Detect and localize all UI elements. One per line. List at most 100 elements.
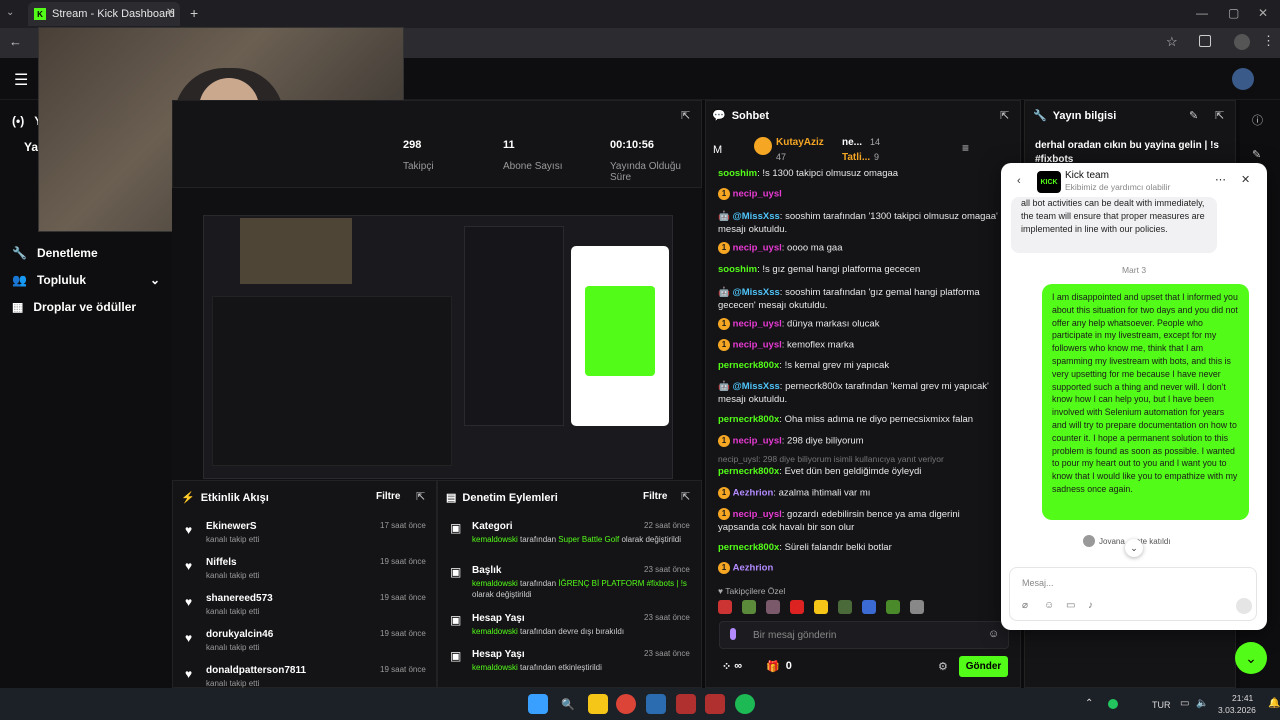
info-icon[interactable]: ⓘ [1252,112,1263,128]
sidebar-item-moderation[interactable]: 🔧 Denetleme [12,246,98,260]
pencil-icon[interactable]: ✎ [1252,148,1261,161]
points-display[interactable]: ⁘ ∞ [722,660,742,673]
chat-message[interactable]: 1 necip_uysl [718,188,1000,200]
chat-username[interactable]: sooshim [718,264,757,275]
chat-username[interactable]: sooshim [718,168,757,179]
support-launcher-button[interactable]: ⌄ [1235,642,1267,674]
chat-message[interactable]: pernecrk800x: !s kemal grev mi yapıcak [718,360,1000,371]
moderation-popout-icon[interactable]: ⇱ [681,490,690,503]
chat-message[interactable]: 1 necip_uysl: oooo ma gaa [718,242,1000,254]
network-icon[interactable]: ▭ [1180,698,1189,709]
hamburger-menu-icon[interactable]: ☰ [14,70,28,90]
activity-popout-icon[interactable]: ⇱ [416,490,425,503]
chat-message[interactable]: 1 necip_uysl: dünya markası olucak [718,318,1000,330]
close-tab-icon[interactable]: ✕ [166,7,174,18]
chat-username[interactable]: Aezhrion [733,488,774,499]
volume-icon[interactable]: 🔈 [1196,698,1208,709]
chat-username[interactable]: necip_uysl [733,340,782,351]
emote-icon[interactable] [766,600,780,614]
language-indicator[interactable]: TUR [1152,700,1171,710]
back-chevron-icon[interactable]: ‹ [1017,175,1021,187]
activity-filter-button[interactable]: Filtre [376,491,400,502]
app-icon[interactable] [676,694,696,714]
windows-start-icon[interactable] [528,694,548,714]
chat-username[interactable]: necip_uysl [733,436,782,447]
tray-chevron-icon[interactable]: ⌃ [1085,698,1093,709]
search-icon[interactable]: 🔍 [558,694,578,714]
chat-message[interactable]: sooshim: !s 1300 takipci olmusuz omagaa [718,168,1000,179]
gif-icon[interactable]: ▭ [1066,600,1075,611]
chat-username[interactable]: Aezhrion [733,563,774,574]
chat-message[interactable]: 1 Aezhrion: azalma ihtimali var mı [718,487,1000,499]
chat-popout-icon[interactable]: ⇱ [1000,109,1009,122]
notification-icon[interactable]: 🔔 [1268,698,1280,709]
maximize-icon[interactable]: ▢ [1228,6,1239,20]
chat-input-box[interactable]: Bir mesaj gönderin ☺ [719,621,1009,649]
tab-list-icon[interactable]: ⌄ [6,7,14,18]
chat-message[interactable]: pernecrk800x: Oha miss adıma ne diyo per… [718,414,1000,425]
chat-username[interactable]: @MissXss [732,287,779,298]
bookmark-star-icon[interactable]: ☆ [1166,34,1178,50]
emote-icon[interactable] [838,600,852,614]
chat-username[interactable]: necip_uysl [733,243,782,254]
emote-icon[interactable] [814,600,828,614]
chat-message[interactable]: 1 necip_uysl: kemoflex marka [718,339,1000,351]
chat-settings-icon[interactable]: ⚙ [938,660,948,673]
edit-pencil-icon[interactable]: ✎ [1189,109,1198,122]
chat-username[interactable]: pernecrk800x [718,360,779,371]
profile-avatar[interactable] [1234,34,1250,50]
moderation-filter-button[interactable]: Filtre [643,491,667,502]
chat-message[interactable]: pernecrk800x: Süreli falandır belki botl… [718,542,1000,553]
minimize-icon[interactable]: — [1196,6,1208,20]
user-avatar[interactable] [1232,68,1254,90]
spotify-icon[interactable] [735,694,755,714]
chat-username[interactable]: @MissXss [732,211,779,222]
attach-icon[interactable]: ⌀ [1022,600,1028,611]
emoji-icon[interactable]: ☺ [988,628,999,640]
filter-lines-icon[interactable]: ≡ [962,141,969,155]
chat-username[interactable]: pernecrk800x [718,466,779,477]
extensions-icon[interactable] [1199,35,1211,47]
close-chat-icon[interactable]: ✕ [1241,173,1250,186]
sidebar-item-community[interactable]: 👥 Topluluk ⌄ [12,273,160,287]
file-explorer-icon[interactable] [588,694,608,714]
scroll-down-icon[interactable]: ⌄ [1125,539,1143,557]
gift-display[interactable]: 🎁 0 [766,660,792,673]
chat-username[interactable]: @MissXss [732,381,779,392]
chat-username[interactable]: pernecrk800x [718,542,779,553]
chat-message[interactable]: 1 Aezhrion [718,562,1000,574]
browser-menu-icon[interactable]: ⋮ [1262,33,1275,49]
chat-username[interactable]: pernecrk800x [718,414,779,425]
sidebar-item-drops[interactable]: ▦ Droplar ve ödüller [12,300,136,314]
chat-message[interactable]: 🤖 @MissXss: pernecrk800x tarafından 'kem… [718,380,1000,406]
chat-message[interactable]: 🤖 @MissXss: sooshim tarafından 'gız gema… [718,286,1000,312]
chat-message[interactable]: sooshim: !s gız gemal hangi platforma ge… [718,264,1000,275]
sidebar-item-partial[interactable]: Ya [24,140,38,154]
stream-info-popout-icon[interactable]: ⇱ [1215,109,1224,122]
back-icon[interactable]: ← [9,34,22,49]
emote-icon[interactable] [862,600,876,614]
chat-message[interactable]: 1 necip_uysl: gozardı edebilirsin bence … [718,508,1000,534]
microphone-icon[interactable]: ♪ [1088,600,1093,611]
tray-status-icon[interactable] [1108,699,1118,709]
support-input-box[interactable]: Mesaj... ⌀ ☺ ▭ ♪ [1009,567,1257,621]
emote-icon[interactable] [886,600,900,614]
clock-date[interactable]: 3.03.2026 [1218,705,1256,715]
chat-username[interactable]: necip_uysl [733,319,782,330]
emoji-icon[interactable]: ☺ [1044,600,1054,611]
new-tab-button[interactable]: + [190,5,198,21]
photos-icon[interactable] [646,694,666,714]
app-icon[interactable] [705,694,725,714]
emote-icon[interactable] [718,600,732,614]
chat-username[interactable]: necip_uysl [733,509,782,520]
send-button[interactable]: Gönder [959,656,1008,677]
microphone-icon[interactable] [730,628,736,640]
browser-tab[interactable]: K Stream - Kick Dashboard ✕ [28,2,180,26]
emote-bar[interactable] [718,600,1008,616]
popout-icon[interactable]: ⇱ [681,109,690,122]
emote-icon[interactable] [742,600,756,614]
chrome-icon[interactable] [616,694,636,714]
close-window-icon[interactable]: ✕ [1258,6,1268,20]
more-options-icon[interactable]: ⋯ [1215,173,1226,186]
chat-message[interactable]: 🤖 @MissXss: sooshim tarafından '1300 tak… [718,210,1000,236]
